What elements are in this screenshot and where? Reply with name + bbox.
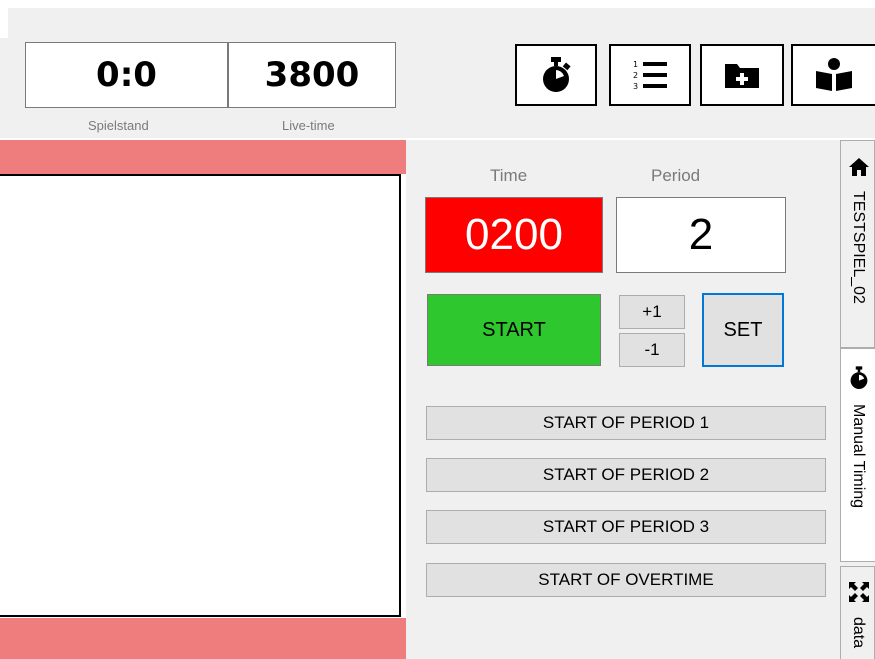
stopwatch-icon [543,57,571,92]
score-caption: Spielstand [88,118,149,133]
bottom-highlight-bar [0,618,406,659]
content-panel [0,174,401,617]
set-button[interactable]: SET [702,293,784,367]
title-strip [8,8,875,38]
tab-data-label: data [850,617,867,649]
folder-plus-icon [725,64,759,88]
start-overtime-button[interactable]: START OF OVERTIME [426,563,826,597]
start-period-2-button[interactable]: START OF PERIOD 2 [426,458,826,492]
reader-button[interactable] [791,44,875,106]
svg-text:3: 3 [633,82,638,91]
live-time-caption: Live-time [282,118,335,133]
live-time-display: 3800 [228,42,396,108]
time-label: Time [490,166,528,185]
reader-icon [816,58,852,91]
expand-icon [849,582,869,602]
period-label: Period [651,166,701,185]
start-period-3-button[interactable]: START OF PERIOD 3 [426,510,826,544]
home-icon [849,158,869,176]
stopwatch-button[interactable] [515,44,597,106]
tab-testspiel-label: TESTSPIEL_02 [850,191,867,304]
new-folder-button[interactable] [700,44,784,106]
time-display: 0200 [425,197,603,273]
period-decrement-button[interactable]: -1 [619,333,685,367]
start-button[interactable]: START [427,294,601,366]
svg-text:2: 2 [633,71,638,80]
tab-manual-timing[interactable]: Manual Timing [840,348,875,562]
top-highlight-bar [0,140,406,174]
score-display: 0:0 [25,42,228,108]
period-increment-button[interactable]: +1 [619,295,685,329]
start-period-1-button[interactable]: START OF PERIOD 1 [426,406,826,440]
tab-testspiel[interactable]: TESTSPIEL_02 [840,140,875,348]
ranking-button[interactable]: 1 2 3 [609,44,691,106]
tab-manual-timing-label: Manual Timing [850,404,867,509]
numbered-list-icon: 1 2 3 [633,60,667,91]
svg-text:1: 1 [633,60,638,69]
stopwatch-icon [850,366,868,389]
period-display: 2 [616,197,786,273]
tab-data[interactable]: data [840,566,875,659]
